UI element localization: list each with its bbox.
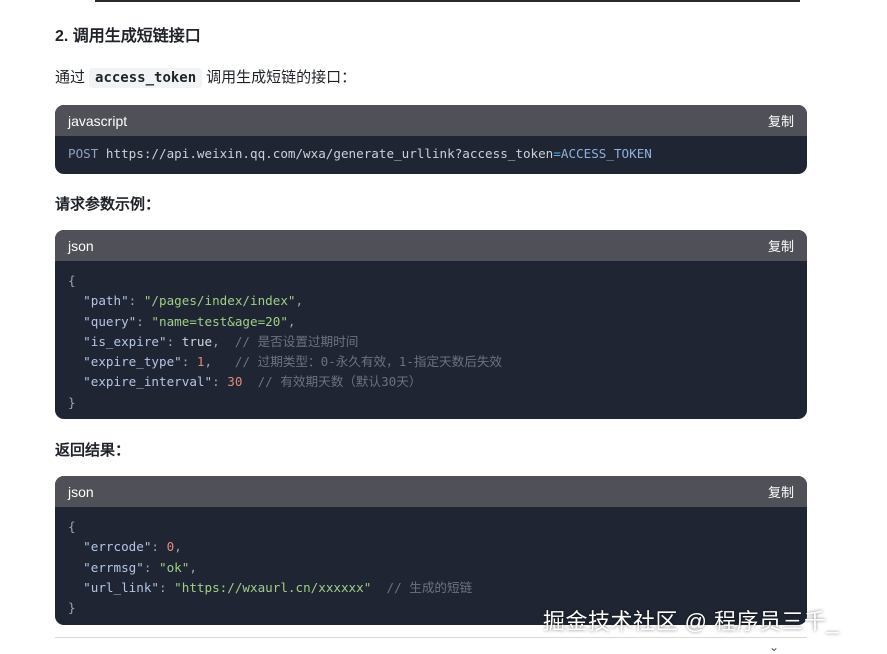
- code-token-operator: =: [553, 146, 561, 161]
- code-brace-open: {: [68, 273, 76, 288]
- code-language-label: json: [68, 483, 94, 500]
- copy-button[interactable]: 复制: [768, 482, 794, 501]
- code-key: "errcode": [83, 539, 152, 555]
- code-key: "url_link": [83, 579, 159, 595]
- code-key: "path": [83, 293, 129, 309]
- chevron-down-icon: ⌄: [769, 640, 780, 654]
- bottom-divider: [55, 637, 807, 638]
- code-block-response: json 复制 { "errcode": 0, "errmsg": "ok", …: [55, 476, 807, 625]
- code-value: "name=test&age=20": [151, 313, 288, 329]
- intro-paragraph: 通过 access_token 调用生成短链的接口：: [55, 66, 356, 88]
- inline-code-access-token: access_token: [89, 68, 203, 88]
- code-comment: // 过期类型：0-永久有效，1-指定天数后失效: [234, 354, 503, 370]
- code-block-endpoint: javascript 复制 POST https://api.weixin.qq…: [55, 105, 807, 174]
- code-key: "errmsg": [83, 559, 144, 575]
- copy-button[interactable]: 复制: [768, 236, 794, 255]
- result-label: 返回结果：: [55, 442, 131, 459]
- code-value: "ok": [159, 559, 190, 575]
- intro-suffix: 调用生成短链的接口：: [206, 69, 357, 86]
- code-language-label: javascript: [68, 112, 128, 129]
- code-body: POST https://api.weixin.qq.com/wxa/gener…: [55, 136, 807, 174]
- code-token-url: https://api.weixin.qq.com/wxa/generate_u…: [98, 146, 554, 161]
- code-block-request: json 复制 { "path": "/pages/index/index", …: [55, 230, 807, 419]
- code-language-label: json: [68, 237, 94, 254]
- code-body: { "path": "/pages/index/index", "query":…: [68, 273, 503, 410]
- code-key: "expire_type": [83, 354, 182, 370]
- code-value: true: [181, 333, 213, 349]
- code-value: 30: [227, 374, 243, 390]
- intro-prefix: 通过: [55, 69, 86, 86]
- code-block-header: json 复制: [55, 230, 807, 261]
- section-heading: 2. 调用生成短链接口: [55, 28, 201, 45]
- code-value: "https://wxaurl.cn/xxxxxx": [174, 579, 372, 595]
- code-token-constant: ACCESS_TOKEN: [560, 146, 652, 161]
- code-value: "/pages/index/index": [143, 293, 296, 309]
- top-divider: [95, 0, 800, 2]
- code-token-method: POST: [68, 146, 99, 161]
- code-brace-open: {: [68, 519, 76, 534]
- code-comment: // 是否设置过期时间: [234, 333, 359, 349]
- code-key: "expire_interval": [83, 374, 213, 390]
- code-block-header: json 复制: [55, 476, 807, 507]
- code-key: "is_expire": [83, 333, 167, 349]
- code-value: 1: [196, 354, 205, 370]
- code-key: "query": [83, 313, 137, 329]
- watermark: 掘金技术社区 @ 程序员三千_: [543, 609, 840, 634]
- code-comment: // 有效期天数（默认30天）: [257, 374, 422, 390]
- request-label: 请求参数示例：: [55, 196, 161, 213]
- code-block-header: javascript 复制: [55, 105, 807, 136]
- copy-button[interactable]: 复制: [768, 111, 794, 130]
- code-brace-close: }: [68, 600, 76, 616]
- code-brace-close: }: [68, 394, 76, 410]
- code-comment: // 生成的短链: [386, 579, 473, 595]
